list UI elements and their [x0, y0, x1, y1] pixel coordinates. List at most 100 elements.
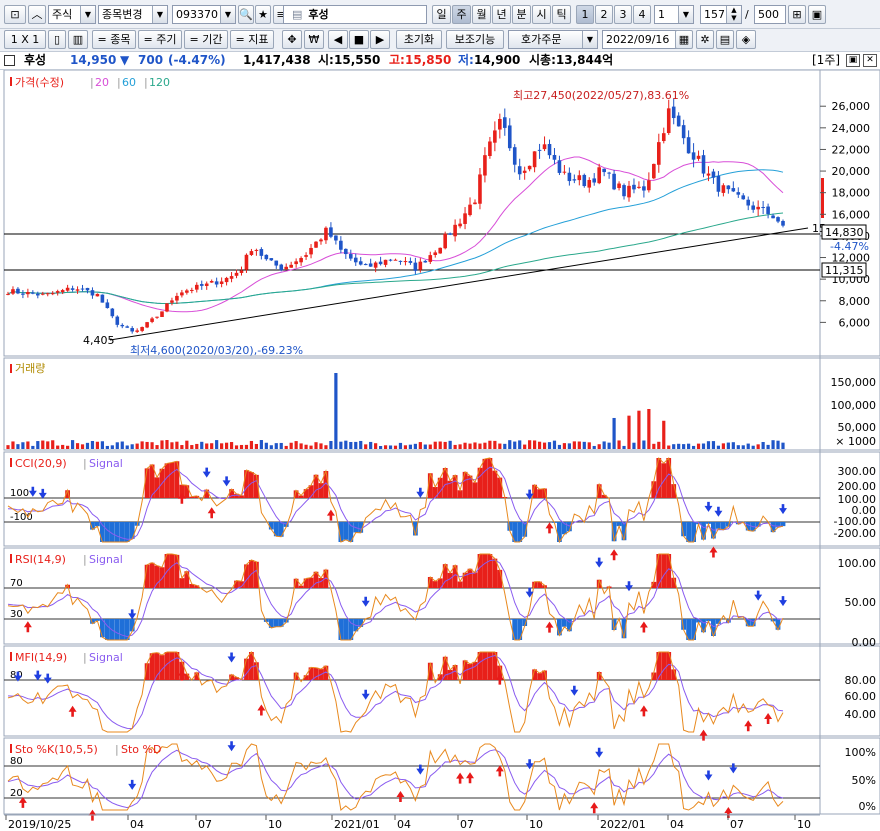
- period-month[interactable]: 월: [472, 5, 491, 24]
- volume-bar: [26, 441, 30, 449]
- volume-axis-label: 100,000: [831, 399, 877, 412]
- checkbox[interactable]: [4, 55, 15, 66]
- table-icon[interactable]: ▤: [716, 30, 734, 49]
- order-select[interactable]: 호가주문 ▼: [508, 30, 598, 49]
- save-icon[interactable]: ▣: [808, 5, 826, 24]
- volume-bar: [155, 445, 159, 449]
- gear-icon[interactable]: ✲: [696, 30, 714, 49]
- info-change: 700: [138, 53, 164, 67]
- reset-button[interactable]: 초기화: [396, 30, 442, 49]
- stock-chart[interactable]: 100 -100 70 30 80 80 20 가격(수정) 20 60 120 | | |…: [0, 70, 880, 831]
- candle-body: [647, 180, 651, 191]
- volume-bar: [339, 441, 343, 449]
- volume-bar: [453, 444, 457, 449]
- candle-body: [473, 202, 477, 205]
- period-day[interactable]: 일: [432, 5, 451, 24]
- one-by-one-icon[interactable]: ▥: [68, 30, 88, 49]
- buy-arrow-icon: [744, 720, 753, 732]
- interval-3[interactable]: 3: [614, 5, 632, 24]
- sell-arrow-icon: [570, 685, 579, 696]
- layout-icon[interactable]: ⊡: [4, 5, 26, 24]
- assist-button[interactable]: 보조기능: [446, 30, 504, 49]
- volume-bar: [677, 443, 681, 449]
- volume-bar: [528, 440, 532, 449]
- period-tick[interactable]: 틱: [552, 5, 571, 24]
- ma60-legend: 60: [122, 76, 136, 89]
- star-icon[interactable]: ★: [255, 5, 271, 24]
- info-price: 14,950: [70, 53, 117, 67]
- rsi-overbought-fill: [65, 554, 677, 588]
- code-input[interactable]: 093370 ▼: [172, 5, 236, 24]
- move-icon[interactable]: ✥: [282, 30, 302, 49]
- won-icon[interactable]: ₩: [304, 30, 324, 49]
- market-select[interactable]: 주식 ▼: [48, 5, 96, 24]
- stop-icon[interactable]: ■: [349, 30, 369, 49]
- info-pct: (-4.47%): [168, 53, 226, 67]
- period-button[interactable]: = 기간: [184, 30, 228, 49]
- indicator-button[interactable]: = 지표: [230, 30, 274, 49]
- interval-select[interactable]: 1 ▼: [654, 5, 694, 24]
- volume-bar: [667, 445, 671, 449]
- date-input[interactable]: 2022/09/16: [602, 30, 678, 49]
- total-input[interactable]: 500: [754, 5, 786, 24]
- volume-bar: [205, 443, 209, 449]
- candle-body: [637, 186, 641, 188]
- cycle-button[interactable]: = 주기: [138, 30, 182, 49]
- volume-bar: [498, 443, 502, 449]
- sto-signal-legend: Sto %D: [121, 743, 161, 756]
- collapse-icon[interactable]: ︿: [28, 5, 46, 24]
- sell-arrow-icon: [128, 779, 137, 790]
- interval-4[interactable]: 4: [633, 5, 651, 24]
- stock-button[interactable]: = 종목: [92, 30, 136, 49]
- volume-bar: [687, 443, 691, 449]
- sto-axis-label: 0%: [859, 800, 876, 813]
- spinner-icon[interactable]: ▲ ▼: [726, 6, 741, 23]
- candle-body: [393, 259, 398, 261]
- candle-body: [537, 149, 542, 151]
- next-icon[interactable]: ▶: [370, 30, 390, 49]
- candle-body: [264, 254, 269, 260]
- period-hour[interactable]: 시: [532, 5, 551, 24]
- volume-bar: [383, 445, 388, 449]
- export-icon[interactable]: ◈: [736, 30, 756, 49]
- volume-bar: [349, 441, 353, 449]
- price-axis-label: 8,000: [839, 295, 871, 308]
- volume-bar: [766, 444, 770, 449]
- ma120-legend: 120: [149, 76, 170, 89]
- prev-icon[interactable]: ◀: [328, 30, 348, 49]
- candle-body: [597, 167, 601, 184]
- period-week[interactable]: 주: [452, 5, 471, 24]
- period-minute[interactable]: 분: [512, 5, 531, 24]
- sell-arrow-icon: [43, 673, 52, 684]
- volume-bar: [304, 444, 308, 449]
- x-axis-label: 10: [529, 818, 543, 831]
- candle-body: [209, 281, 214, 283]
- price-axis-label: 22,000: [832, 143, 871, 156]
- calendar-icon[interactable]: ▦: [675, 30, 693, 49]
- sell-arrow-icon: [202, 467, 211, 478]
- add-window-icon[interactable]: ⊞: [788, 5, 806, 24]
- volume-bar: [130, 444, 134, 449]
- count-input[interactable]: 157 ▲ ▼: [700, 5, 742, 24]
- buy-arrow-icon: [396, 791, 405, 803]
- legend-mark: [10, 554, 12, 563]
- period-year[interactable]: 년: [492, 5, 511, 24]
- candle-body: [577, 175, 582, 181]
- volume-bar: [215, 440, 219, 449]
- candle-body: [160, 311, 164, 317]
- close-icon[interactable]: ✕: [863, 54, 877, 67]
- cci-oversold-fill: [90, 522, 786, 542]
- candle-body: [453, 224, 457, 237]
- candle-body: [517, 166, 522, 175]
- interval-1[interactable]: 1: [576, 5, 594, 24]
- split-icon[interactable]: ▯: [48, 30, 66, 49]
- volume-bar: [319, 443, 323, 449]
- restore-icon[interactable]: ▣: [846, 54, 860, 67]
- candle-body: [75, 289, 80, 291]
- search-icon[interactable]: 🔍: [238, 5, 254, 24]
- grid-layout-button[interactable]: 1 X 1: [4, 30, 46, 49]
- volume-bar: [418, 442, 422, 449]
- stock-change-select[interactable]: 종목변경 ▼: [98, 5, 168, 24]
- volume-bar: [31, 445, 35, 449]
- interval-2[interactable]: 2: [595, 5, 613, 24]
